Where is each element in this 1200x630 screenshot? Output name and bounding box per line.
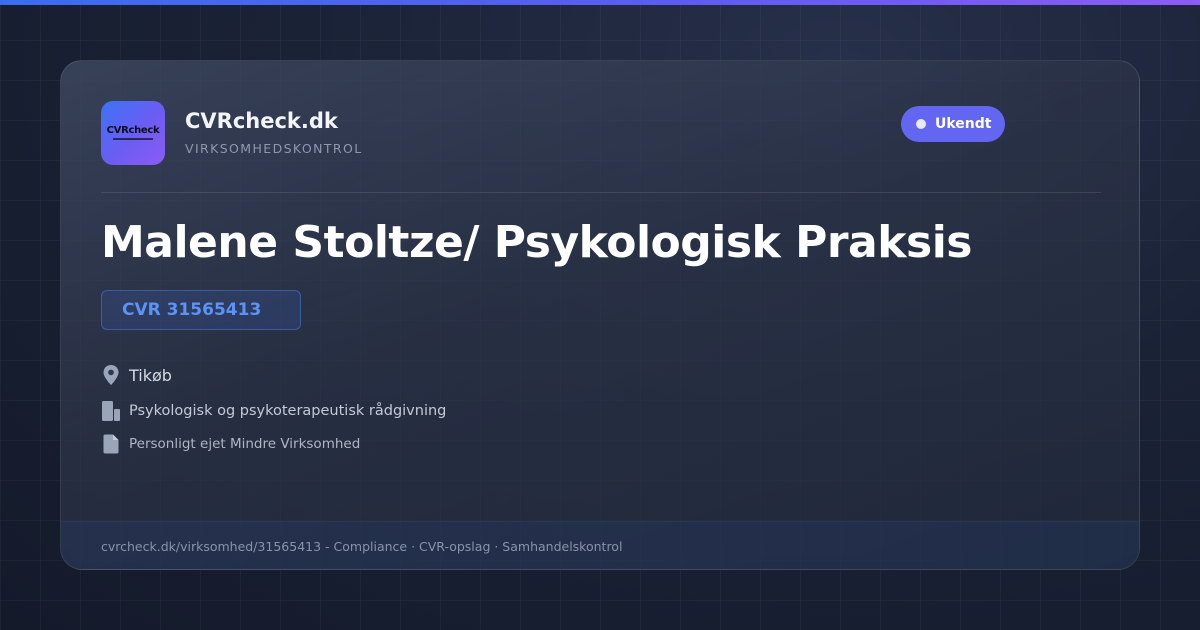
card-footer: cvrcheck.dk/virksomhed/31565413 - Compli… xyxy=(61,521,1139,569)
city-text: Tikøb xyxy=(129,365,172,385)
header-divider xyxy=(101,192,1101,193)
cvr-badge: CVR 31565413 xyxy=(101,290,301,330)
company-card: CVRcheck CVRcheck.dk VIRKSOMHEDSKONTROL … xyxy=(60,60,1140,570)
company-type-row: Personligt ejet Mindre Virksomhed xyxy=(101,432,360,456)
building-icon xyxy=(101,399,121,423)
brand-tagline: VIRKSOMHEDSKONTROL xyxy=(185,141,363,156)
document-icon xyxy=(101,432,121,456)
brand-logo-text: CVRcheck xyxy=(106,125,160,136)
brand-logo-underline xyxy=(113,138,153,140)
cvr-number: CVR 31565413 xyxy=(122,300,262,320)
accent-top-bar xyxy=(0,0,1200,5)
industry-text: Psykologisk og psykoterapeutisk rådgivni… xyxy=(129,403,447,419)
brand-logo: CVRcheck xyxy=(101,101,165,165)
company-type-text: Personligt ejet Mindre Virksomhed xyxy=(129,436,361,452)
map-pin-icon xyxy=(101,363,121,387)
company-name: Malene Stoltze/ Psykologisk Praksis xyxy=(101,217,972,268)
status-label: Ukendt xyxy=(935,116,992,132)
status-badge: Ukendt xyxy=(901,106,1005,142)
city-row: Tikøb xyxy=(101,363,172,387)
brand-name: CVRcheck.dk xyxy=(185,109,338,133)
industry-row: Psykologisk og psykoterapeutisk rådgivni… xyxy=(101,399,446,423)
footer-text: cvrcheck.dk/virksomhed/31565413 - Compli… xyxy=(101,539,623,554)
status-dot-icon xyxy=(916,119,926,129)
